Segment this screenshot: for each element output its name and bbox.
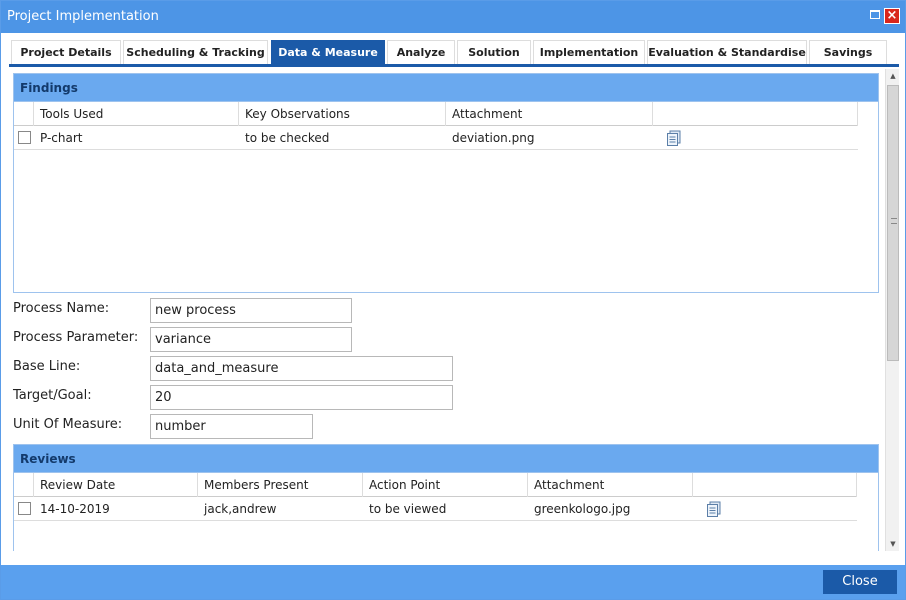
cell-action-point: to be viewed [369, 502, 447, 516]
reviews-panel: Reviews Review Date Members Present Acti… [13, 444, 879, 551]
column-header-tools-used[interactable]: Tools Used [34, 102, 239, 126]
cell-attachment: deviation.png [452, 131, 535, 145]
cell-observation: to be checked [245, 131, 330, 145]
findings-header: Findings [14, 74, 878, 102]
window-title: Project Implementation [7, 9, 159, 24]
column-header-attachment[interactable]: Attachment [446, 102, 653, 126]
tab-solution[interactable]: Solution [457, 40, 531, 64]
process-name-label: Process Name: [13, 301, 110, 316]
scrollbar-thumb[interactable] [887, 85, 899, 361]
column-header-attachment[interactable]: Attachment [528, 473, 693, 497]
dialog-window: Project Implementation × Project Details… [0, 0, 906, 600]
findings-grid-header: Tools Used Key Observations Attachment [14, 102, 858, 126]
process-name-field[interactable] [150, 298, 352, 323]
reviews-grid-header: Review Date Members Present Action Point… [14, 473, 857, 497]
tab-savings[interactable]: Savings [809, 40, 887, 64]
findings-grid: Tools Used Key Observations Attachment P… [14, 102, 878, 150]
column-header-key-observations[interactable]: Key Observations [239, 102, 446, 126]
dialog-footer: Close [1, 565, 905, 599]
row-checkbox[interactable] [18, 131, 31, 144]
select-column-header [14, 102, 34, 126]
column-header-action-point[interactable]: Action Point [363, 473, 528, 497]
tab-implementation[interactable]: Implementation [533, 40, 645, 64]
reviews-grid: Review Date Members Present Action Point… [14, 473, 878, 521]
document-icon[interactable] [706, 501, 722, 517]
column-header-review-date[interactable]: Review Date [34, 473, 198, 497]
base-line-field[interactable] [150, 356, 453, 381]
close-button[interactable]: Close [823, 570, 897, 594]
cell-tool: P-chart [40, 131, 83, 145]
column-header-actions [693, 473, 857, 497]
table-row[interactable]: P-chart to be checked deviation.png [14, 126, 858, 150]
unit-of-measure-field[interactable] [150, 414, 313, 439]
cell-attachment: greenkologo.jpg [534, 502, 631, 516]
restore-icon[interactable] [870, 10, 880, 19]
tab-evaluation-standardise[interactable]: Evaluation & Standardise [647, 40, 807, 64]
column-header-actions [653, 102, 858, 126]
unit-of-measure-label: Unit Of Measure: [13, 417, 123, 432]
tab-content: Findings Tools Used Key Observations Att… [9, 69, 903, 551]
tab-project-details[interactable]: Project Details [11, 40, 121, 64]
tab-analyze[interactable]: Analyze [387, 40, 455, 64]
base-line-label: Base Line: [13, 359, 81, 374]
cell-review-date: 14-10-2019 [40, 502, 110, 516]
title-bar: Project Implementation × [1, 1, 905, 33]
scroll-up-icon[interactable]: ▲ [886, 69, 900, 83]
process-parameter-label: Process Parameter: [13, 330, 139, 345]
vertical-scrollbar[interactable]: ▲ ▼ [885, 69, 899, 551]
table-row[interactable]: 14-10-2019 jack,andrew to be viewed gree… [14, 497, 857, 521]
document-icon[interactable] [666, 130, 682, 146]
scroll-down-icon[interactable]: ▼ [886, 537, 900, 551]
findings-panel: Findings Tools Used Key Observations Att… [13, 73, 879, 293]
cell-members-present: jack,andrew [204, 502, 277, 516]
target-goal-label: Target/Goal: [13, 388, 92, 403]
reviews-header: Reviews [14, 445, 878, 473]
column-header-members-present[interactable]: Members Present [198, 473, 363, 497]
tab-scheduling-tracking[interactable]: Scheduling & Tracking [123, 40, 268, 64]
close-icon[interactable]: × [884, 8, 900, 24]
target-goal-field[interactable] [150, 385, 453, 410]
select-column-header [14, 473, 34, 497]
tab-data-measure[interactable]: Data & Measure [271, 40, 385, 64]
tab-bar: Project Details Scheduling & Tracking Da… [9, 39, 899, 67]
row-checkbox[interactable] [18, 502, 31, 515]
process-parameter-field[interactable] [150, 327, 352, 352]
